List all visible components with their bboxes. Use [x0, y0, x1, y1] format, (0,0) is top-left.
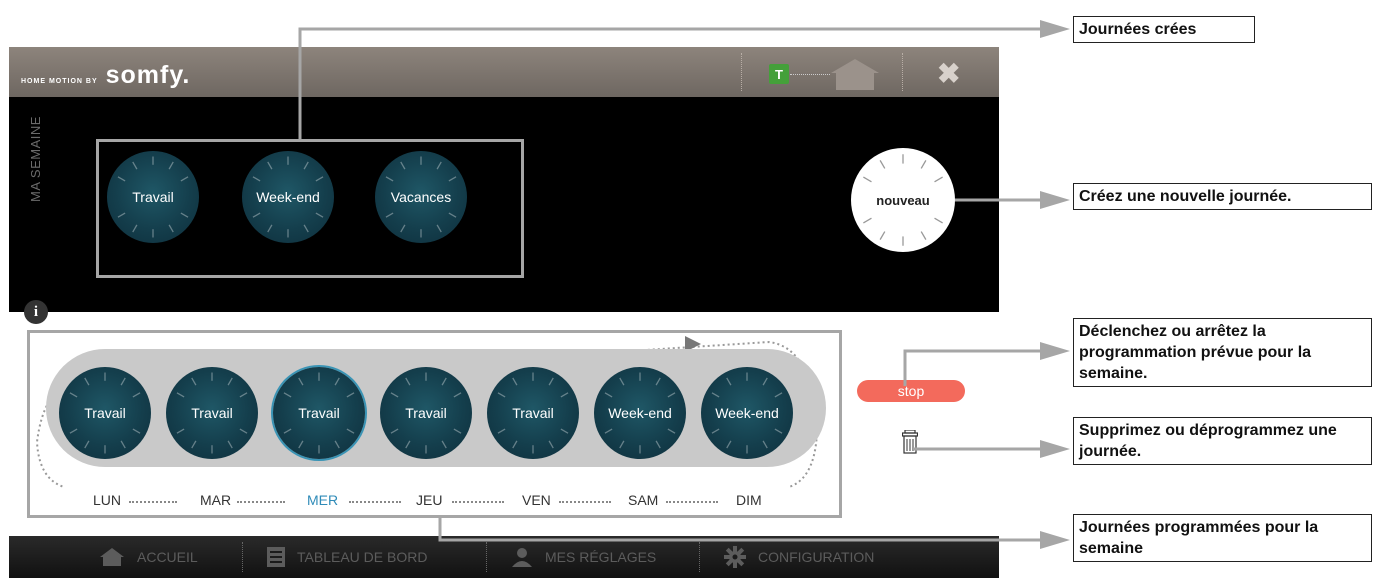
- dial-label: Travail: [298, 405, 340, 421]
- dial-label: Week-end: [608, 405, 672, 421]
- dial-label: Travail: [132, 189, 174, 205]
- dial-label: Week-end: [715, 405, 779, 421]
- callout-toggle-schedule: Déclenchez ou arrêtez la programmation p…: [1073, 318, 1372, 387]
- dial-label: Vacances: [390, 189, 452, 205]
- callout-new-day: Créez une nouvelle journée.: [1073, 183, 1372, 210]
- callout-connectors: [298, 20, 1070, 549]
- dial-label: Travail: [84, 405, 126, 421]
- dial-label: Travail: [191, 405, 233, 421]
- new-day-label: nouveau: [876, 192, 930, 208]
- dial-label: Week-end: [256, 189, 320, 205]
- callout-delete-day: Supprimez ou déprogrammez une journée.: [1073, 417, 1372, 465]
- dial-label: Travail: [512, 405, 554, 421]
- dial-label: Travail: [405, 405, 447, 421]
- callout-created-days: Journées crées: [1073, 16, 1255, 43]
- callout-scheduled-days: Journées programmées pour la semaine: [1073, 514, 1372, 562]
